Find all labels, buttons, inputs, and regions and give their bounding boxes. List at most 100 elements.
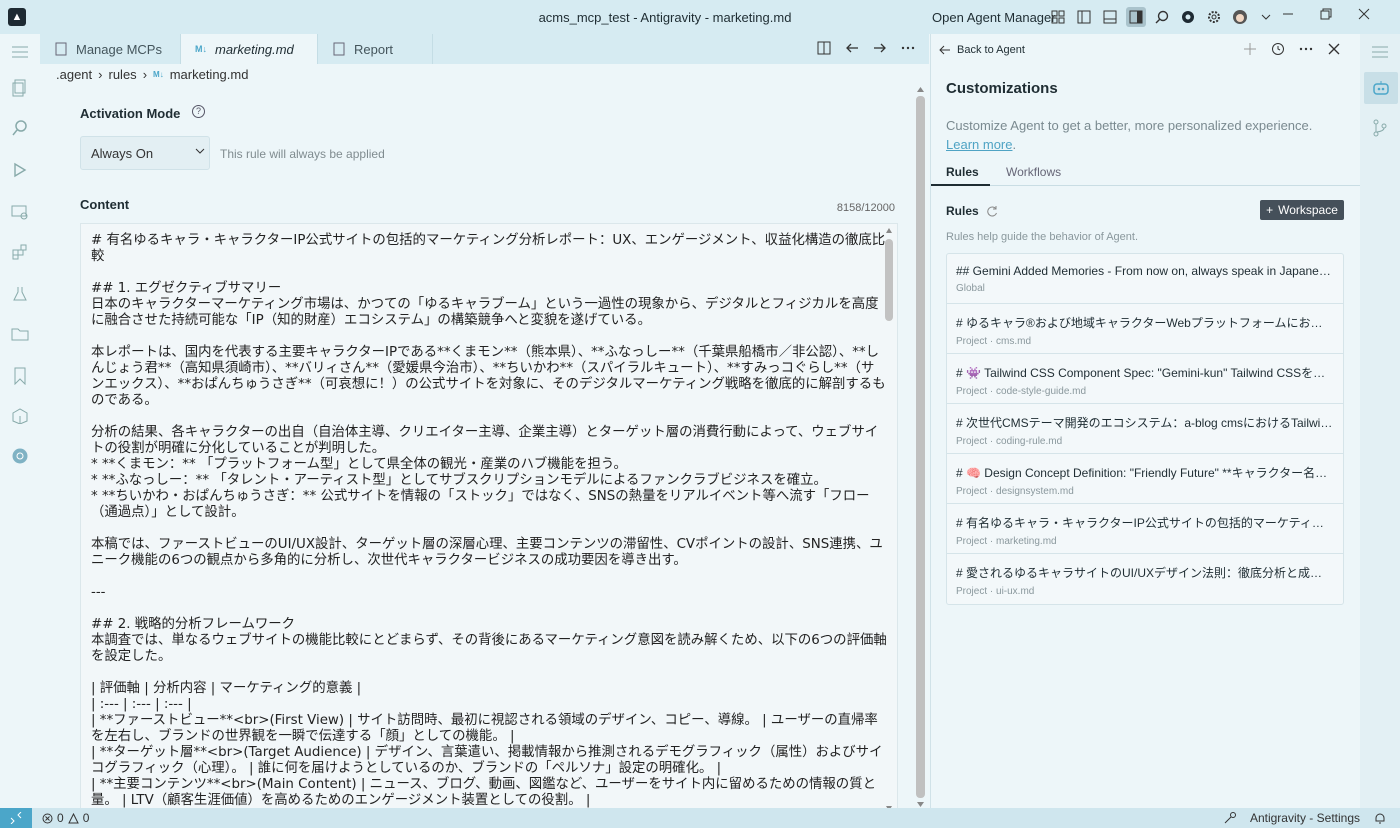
panel-title: Customizations (946, 80, 1058, 97)
gear-icon[interactable] (1204, 7, 1224, 27)
content-line: | **ターゲット層**<br>(Target Audience) | デザイン… (91, 745, 883, 776)
rules-label: Rules (946, 204, 979, 218)
rule-scope: Project · coding-rule.md (956, 436, 1063, 447)
arrow-left-icon[interactable] (845, 41, 859, 55)
textarea-scrollbar[interactable] (885, 227, 893, 812)
more-icon[interactable] (1299, 42, 1313, 56)
breadcrumb-item[interactable]: rules (109, 67, 137, 82)
rule-title: # 愛されるゆるキャラサイトのUI/UXデザイン法則：徹底分析と成功へ… (956, 566, 1333, 580)
open-agent-manager-button[interactable]: Open Agent Manager (932, 10, 1056, 25)
arrow-right-icon[interactable] (873, 41, 887, 55)
more-icon[interactable] (901, 41, 915, 55)
kubernetes-icon[interactable] (10, 446, 30, 466)
content-line: | 評価軸 | 分析内容 | マーケティング的意義 | (91, 681, 362, 696)
remote-explorer-icon[interactable] (10, 202, 30, 222)
remote-indicator-icon[interactable] (0, 808, 32, 828)
minimize-icon[interactable] (1282, 8, 1294, 23)
description-text: Customize Agent to get a better, more pe… (946, 118, 1313, 133)
settings-status[interactable]: Antigravity - Settings (1250, 811, 1360, 825)
activation-mode-label: Activation Mode (80, 106, 181, 121)
content-line: | :--- | :--- | :--- | (91, 697, 192, 712)
editor-scrollbar[interactable] (916, 86, 925, 808)
tab-report[interactable]: Report (318, 34, 433, 64)
tab-manage-mcps[interactable]: Manage MCPs (40, 34, 181, 64)
menu-icon[interactable] (1370, 42, 1390, 62)
help-icon[interactable]: ? (192, 105, 205, 118)
file-icon (55, 42, 67, 56)
tab-workflows[interactable]: Workflows (1006, 165, 1061, 179)
back-to-agent-button[interactable]: Back to Agent (939, 44, 1025, 56)
restore-icon[interactable] (1320, 8, 1332, 23)
chevron-down-icon[interactable] (1256, 7, 1276, 27)
editor-tabs: Manage MCPs M↓ marketing.md Report (40, 34, 929, 64)
run-debug-icon[interactable] (10, 160, 30, 180)
content-line: | **ファーストビュー**<br>(First View) | サイト訪問時、… (91, 713, 878, 744)
chrome-icon[interactable] (1178, 7, 1198, 27)
rule-item[interactable]: ## Gemini Added Memories - From now on, … (947, 254, 1343, 304)
extensions-icon[interactable] (10, 242, 30, 262)
problems-indicator[interactable]: 0 0 (42, 811, 89, 825)
add-workspace-rule-button[interactable]: + Workspace (1260, 200, 1344, 220)
toggle-panel-icon[interactable] (1100, 7, 1120, 27)
content-line: * **くまモン：** 「プラットフォーム型」として県全体の観光・産業のハブ機能… (91, 457, 627, 472)
breadcrumb-item[interactable]: marketing.md (170, 67, 249, 82)
toggle-secondary-sidebar-icon[interactable] (1126, 7, 1146, 27)
rule-item[interactable]: # 🧠 Design Concept Definition: "Friendly… (947, 454, 1343, 504)
avatar[interactable] (1230, 7, 1250, 27)
activation-mode-select[interactable]: Always On (80, 136, 210, 170)
refresh-icon[interactable] (986, 205, 998, 217)
chevron-right-icon: › (142, 67, 148, 82)
toggle-primary-sidebar-icon[interactable] (1074, 7, 1094, 27)
close-window-icon[interactable] (1358, 8, 1370, 23)
error-count: 0 (57, 811, 64, 825)
search-icon[interactable] (10, 118, 30, 138)
close-icon[interactable] (1327, 42, 1341, 56)
content-line: 本レポートは、国内を代表する主要キャラクターIPである**くまモン**（熊本県）… (91, 345, 886, 408)
source-control-icon[interactable] (1370, 118, 1390, 138)
rule-scope: Global (956, 283, 985, 294)
content-line: ## 2. 戦略的分析フレームワーク (91, 617, 296, 632)
customizations-panel: Back to Agent Customizations Customize A… (930, 34, 1360, 808)
tab-rules[interactable]: Rules (946, 165, 979, 179)
breadcrumb: .agent › rules › M↓ marketing.md (56, 67, 248, 82)
rule-scope: Project · cms.md (956, 336, 1032, 347)
plus-icon[interactable] (1243, 42, 1257, 56)
menu-icon[interactable] (10, 42, 30, 62)
content-line: # 有名ゆるキャラ・キャラクターIP公式サイトの包括的マーケティング分析レポート… (91, 233, 886, 264)
key-icon[interactable] (1224, 812, 1236, 824)
warning-icon (67, 812, 79, 823)
folder-icon[interactable] (10, 324, 30, 344)
rule-item[interactable]: # 👾 Tailwind CSS Component Spec: "Gemini… (947, 354, 1343, 404)
learn-more-link[interactable]: Learn more (946, 137, 1012, 152)
content-line: * **ふなっしー：** 「タレント・アーティスト型」としてサブスクリプションモ… (91, 473, 827, 488)
breadcrumb-item[interactable]: .agent (56, 67, 92, 82)
bell-icon[interactable] (1374, 812, 1386, 824)
search-icon[interactable] (1152, 7, 1172, 27)
content-line: * **ちいかわ・おぱんちゅうさぎ：** 公式サイトを情報の「ストック」ではなく… (91, 489, 870, 520)
rules-heading: Rules (946, 204, 998, 218)
rule-item[interactable]: # 次世代CMSテーマ開発のエコシステム：a-blog cmsにおけるTailw… (947, 404, 1343, 454)
layout-grid-icon[interactable] (1048, 7, 1068, 27)
tab-marketing-md[interactable]: M↓ marketing.md (181, 34, 318, 64)
explorer-icon[interactable] (10, 78, 30, 98)
activity-bar (0, 34, 40, 808)
tab-label: Manage MCPs (76, 41, 162, 57)
rule-item[interactable]: # 有名ゆるキャラ・キャラクターIP公式サイトの包括的マーケティング… Proje… (947, 504, 1343, 554)
bookmark-icon[interactable] (10, 366, 30, 386)
history-icon[interactable] (1271, 42, 1285, 56)
rule-scope: Project · ui-ux.md (956, 586, 1035, 597)
rule-title: # 有名ゆるキャラ・キャラクターIP公式サイトの包括的マーケティング… (956, 516, 1333, 530)
rule-item[interactable]: # ゆるキャラ®および地域キャラクターWebプラットフォームにおける… Proje… (947, 304, 1343, 354)
title-bar: ▲ acms_mcp_test - Antigravity - marketin… (0, 0, 1400, 34)
rule-item[interactable]: # 愛されるゆるキャラサイトのUI/UXデザイン法則：徹底分析と成功へ… Proj… (947, 554, 1343, 604)
package-icon[interactable] (10, 406, 30, 426)
split-editor-icon[interactable] (817, 41, 831, 55)
content-textarea[interactable]: # 有名ゆるキャラ・キャラクターIP公式サイトの包括的マーケティング分析レポート… (80, 223, 898, 813)
testing-flask-icon[interactable] (10, 284, 30, 304)
agent-robot-icon[interactable] (1364, 72, 1398, 104)
content-line: 本稿では、ファーストビューのUI/UX設計、ターゲット層の深層心理、主要コンテン… (91, 537, 883, 568)
